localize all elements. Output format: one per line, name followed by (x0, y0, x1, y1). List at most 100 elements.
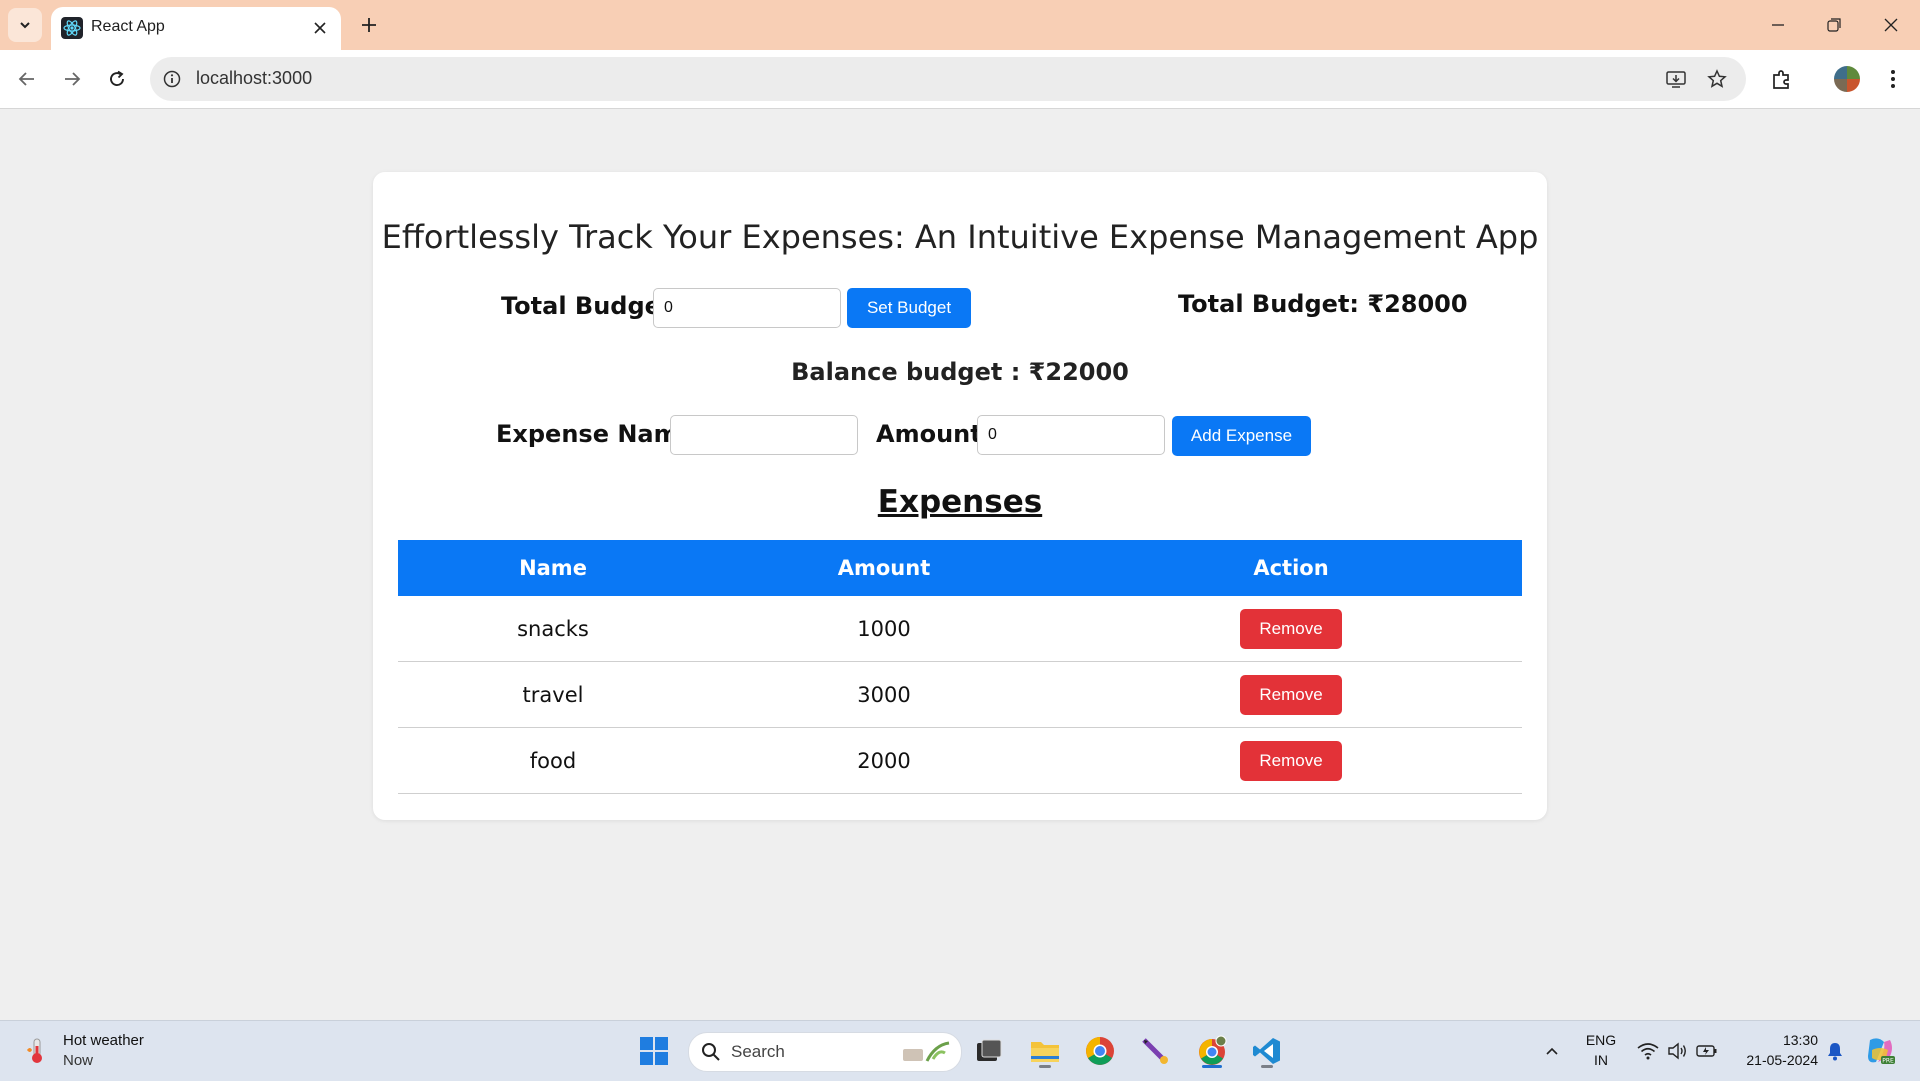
wifi-icon[interactable] (1634, 1031, 1662, 1071)
thermometer-icon[interactable] (24, 1037, 50, 1065)
table-row: snacks 1000 Remove (398, 596, 1522, 662)
expense-app-card: Effortlessly Track Your Expenses: An Int… (373, 172, 1547, 820)
windows-logo-icon (640, 1037, 668, 1065)
page-title: Effortlessly Track Your Expenses: An Int… (381, 218, 1539, 256)
column-header-name: Name (519, 556, 587, 580)
action-cell: Remove (1060, 740, 1522, 781)
table-row: food 2000 Remove (398, 728, 1522, 794)
reload-button[interactable] (99, 61, 135, 97)
action-cell: Remove (1060, 674, 1522, 715)
taskbar-app-task-view[interactable] (969, 1031, 1009, 1071)
running-indicator (1202, 1065, 1222, 1068)
tab-title: React App (91, 18, 165, 35)
browser-menu-button[interactable] (1879, 65, 1907, 93)
forward-button[interactable] (54, 61, 90, 97)
copilot-icon[interactable]: PRE (1860, 1031, 1900, 1071)
minimize-icon (1772, 24, 1784, 26)
search-highlight-icon (903, 1041, 950, 1062)
chevron-down-icon (20, 22, 30, 29)
address-bar[interactable]: localhost:3000 (150, 57, 1746, 101)
expenses-heading: Expenses (877, 484, 1043, 520)
browser-toolbar: localhost:3000 (0, 50, 1920, 109)
clock-time[interactable]: 13:30 (1736, 1032, 1818, 1048)
close-window-button[interactable] (1871, 8, 1911, 42)
windows-taskbar: Hot weather Now Search ENG IN 13:30 21-0… (0, 1020, 1920, 1081)
remove-button[interactable]: Remove (1240, 740, 1342, 781)
expense-name-cell: snacks (517, 616, 589, 641)
back-button[interactable] (9, 61, 45, 97)
column-header-action: Action (1253, 556, 1329, 580)
search-placeholder: Search (731, 1042, 785, 1061)
search-icon (702, 1043, 720, 1061)
chrome-icon (1086, 1037, 1114, 1065)
action-cell: Remove (1060, 608, 1522, 649)
puzzle-icon (1773, 70, 1789, 89)
battery-icon[interactable] (1693, 1031, 1721, 1071)
balance-budget-display: Balance budget : ₹22000 (791, 358, 1129, 386)
taskbar-app-chrome-profile[interactable] (1192, 1031, 1232, 1071)
arrow-left-icon (18, 72, 34, 86)
plus-icon (362, 18, 376, 32)
show-hidden-icons-button[interactable] (1532, 1031, 1572, 1071)
table-header: Name Amount Action (398, 540, 1522, 596)
expense-amount-cell: 3000 (857, 682, 911, 707)
restore-button[interactable] (1814, 8, 1854, 42)
bookmark-star-icon[interactable] (1705, 67, 1729, 91)
install-app-icon[interactable] (1664, 67, 1688, 91)
budget-input[interactable] (653, 288, 841, 328)
extensions-button[interactable] (1768, 65, 1796, 93)
new-tab-button[interactable] (352, 8, 386, 42)
folder-icon (1031, 1042, 1059, 1062)
more-vertical-icon (1891, 70, 1895, 88)
set-budget-button[interactable]: Set Budget (847, 288, 971, 328)
profile-button[interactable] (1833, 65, 1861, 93)
task-view-icon (977, 1039, 1002, 1061)
vscode-icon (1253, 1038, 1280, 1064)
chrome-icon (1199, 1035, 1227, 1065)
total-budget-display: Total Budget: ₹28000 (1178, 290, 1468, 318)
avatar (1834, 66, 1860, 92)
browser-tab-bar: React App (0, 0, 1920, 50)
weather-title[interactable]: Hot weather (63, 1032, 144, 1049)
minimize-button[interactable] (1758, 8, 1798, 42)
expense-name-cell: travel (522, 682, 584, 707)
taskbar-app-pen-tool[interactable] (1135, 1031, 1175, 1071)
expense-name-input[interactable] (670, 415, 858, 455)
amount-input[interactable] (977, 415, 1165, 455)
tab-close-button[interactable] (309, 17, 331, 39)
remove-button[interactable]: Remove (1240, 674, 1342, 715)
reload-icon (110, 70, 124, 86)
weather-subtitle: Now (63, 1052, 94, 1069)
language-indicator-line2[interactable]: IN (1580, 1052, 1622, 1068)
close-icon (1884, 18, 1898, 32)
language-indicator-line1[interactable]: ENG (1580, 1032, 1622, 1048)
svg-text:PRE: PRE (1882, 1058, 1894, 1065)
tab-search-button[interactable] (8, 8, 42, 42)
browser-tab-active[interactable]: React App (51, 7, 341, 50)
react-logo-icon (61, 17, 83, 39)
expenses-table: Name Amount Action snacks 1000 Remove tr… (398, 540, 1522, 794)
running-indicator (1261, 1065, 1273, 1068)
remove-button[interactable]: Remove (1240, 608, 1342, 649)
clock-date[interactable]: 21-05-2024 (1730, 1052, 1818, 1068)
taskbar-app-chrome[interactable] (1080, 1031, 1120, 1071)
running-indicator (1039, 1065, 1051, 1068)
expense-amount-cell: 2000 (857, 748, 911, 773)
taskbar-app-vscode[interactable] (1247, 1031, 1287, 1071)
column-header-amount: Amount (837, 556, 931, 580)
restore-icon (1827, 18, 1841, 32)
start-button[interactable] (634, 1031, 674, 1071)
table-row: travel 3000 Remove (398, 662, 1522, 728)
notification-bell-icon[interactable] (1825, 1031, 1845, 1071)
url-text[interactable]: localhost:3000 (196, 68, 312, 89)
taskbar-search[interactable]: Search (688, 1032, 962, 1072)
arrow-right-icon (65, 72, 81, 86)
site-info-icon[interactable] (160, 67, 184, 91)
expense-name-cell: food (529, 748, 577, 773)
close-icon (314, 22, 326, 34)
volume-icon[interactable] (1664, 1031, 1692, 1071)
amount-label: Amount: (876, 420, 992, 448)
taskbar-app-file-explorer[interactable] (1025, 1031, 1065, 1071)
add-expense-button[interactable]: Add Expense (1172, 416, 1311, 456)
chevron-up-icon (1546, 1047, 1558, 1055)
